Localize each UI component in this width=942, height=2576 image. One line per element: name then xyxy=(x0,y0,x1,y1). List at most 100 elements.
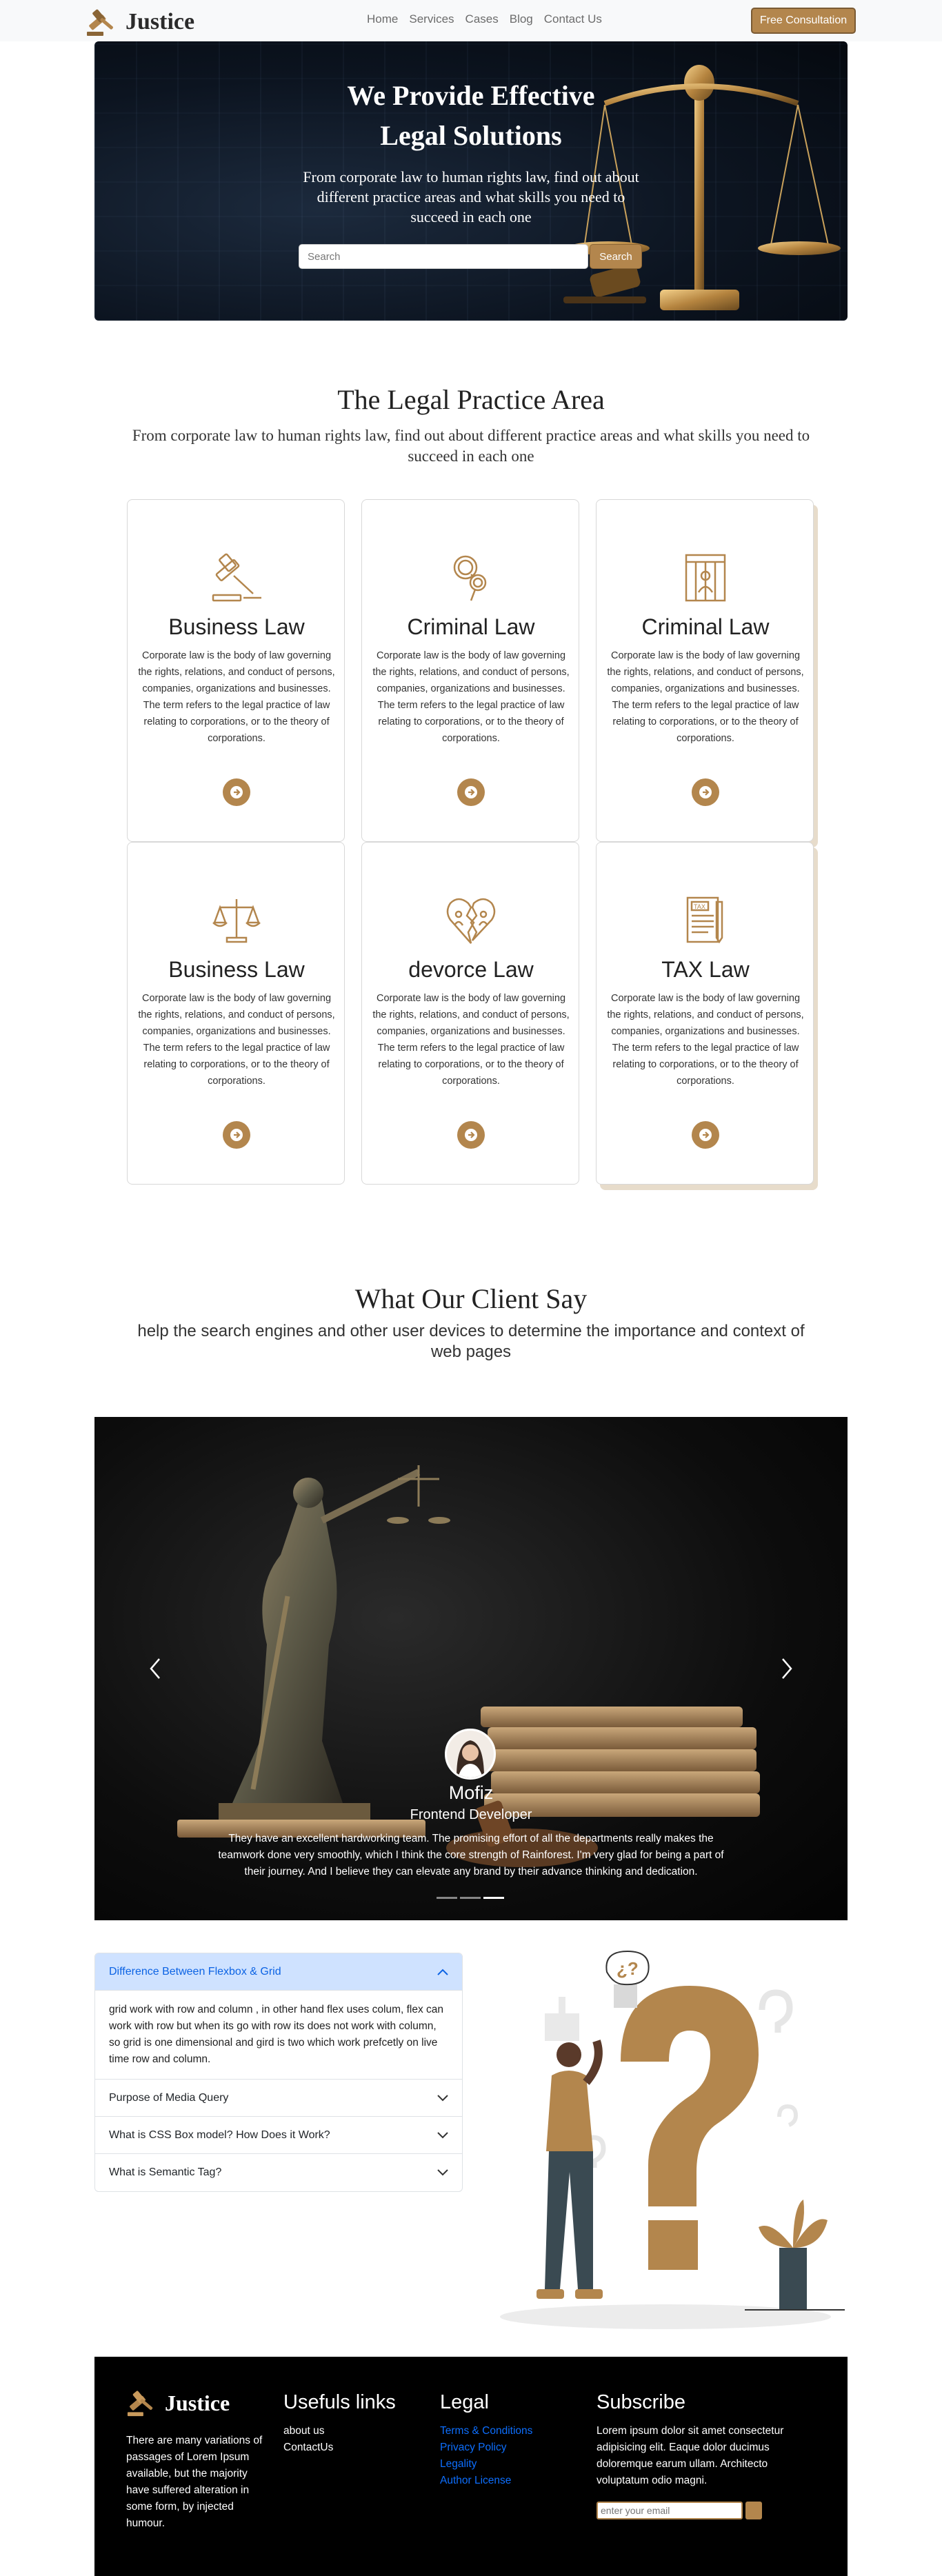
subscribe-button[interactable] xyxy=(745,2502,762,2519)
carousel-indicator[interactable] xyxy=(437,1897,457,1899)
svg-text:TAX: TAX xyxy=(694,903,705,910)
person-photo-icon xyxy=(447,1731,494,1778)
faq-accordion: Difference Between Flexbox & Grid grid w… xyxy=(94,1953,463,2192)
practice-card: devorce Law Corporate law is the body of… xyxy=(361,842,579,1185)
card-title: Criminal Law xyxy=(407,614,535,639)
practice-card: Criminal Law Corporate law is the body o… xyxy=(596,499,814,842)
testimonial-name: Mofiz xyxy=(448,1782,494,1803)
testimonial-text: They have an excellent hardworking team.… xyxy=(218,1833,724,1878)
testimonial-role: Frontend Developer xyxy=(410,1807,532,1822)
nav-home[interactable]: Home xyxy=(361,12,403,26)
card-arrow-button[interactable] xyxy=(223,778,250,806)
chevron-up-icon xyxy=(437,1969,448,1975)
search-input[interactable] xyxy=(299,244,588,269)
question-illustration: ¿? xyxy=(500,1950,845,2329)
nav-blog[interactable]: Blog xyxy=(504,12,539,26)
email-field[interactable] xyxy=(597,2502,743,2519)
carousel-prev-button[interactable] xyxy=(141,1651,169,1686)
faq-question-4[interactable]: What is Semantic Tag? xyxy=(95,2154,462,2191)
arrow-right-icon xyxy=(465,1129,477,1141)
footer-legal-links: Terms & Conditions Privacy Policy Legali… xyxy=(440,2423,532,2489)
scales-icon xyxy=(212,899,261,943)
card-text: Corporate law is the body of law governi… xyxy=(607,650,804,744)
card-arrow-button[interactable] xyxy=(692,778,719,806)
footer-link-about[interactable]: about us xyxy=(283,2423,333,2439)
nav-contact[interactable]: Contact Us xyxy=(539,12,608,26)
free-consultation-button[interactable]: Free Consultation xyxy=(751,8,856,34)
card-arrow-button[interactable] xyxy=(692,1121,719,1149)
card-arrow-button[interactable] xyxy=(457,778,485,806)
footer-brand-name: Justice xyxy=(165,2390,230,2415)
nav-services[interactable]: Services xyxy=(403,12,459,26)
arrow-right-icon xyxy=(699,786,712,798)
svg-text:¿?: ¿? xyxy=(617,1958,639,1979)
carousel-next-button[interactable] xyxy=(773,1651,801,1686)
navbar: Justice Home Services Cases Blog Contact… xyxy=(0,0,942,41)
footer-subscribe-title: Subscribe xyxy=(597,2391,685,2413)
card-text: Corporate law is the body of law governi… xyxy=(138,650,335,744)
nav-links: Home Services Cases Blog Contact Us xyxy=(361,12,608,26)
brand[interactable]: Justice xyxy=(86,7,194,37)
faq-answer: grid work with row and column , in other… xyxy=(95,1991,462,2080)
footer-link-legality[interactable]: Legality xyxy=(440,2456,532,2473)
testimonial-carousel: Mofiz Frontend Developer They have an ex… xyxy=(94,1417,848,1920)
nav-cases[interactable]: Cases xyxy=(460,12,504,26)
faq-question-3[interactable]: What is CSS Box model? How Does it Work? xyxy=(95,2117,462,2154)
footer-useful-title: Usefuls links xyxy=(283,2391,396,2413)
carousel-indicator-active[interactable] xyxy=(483,1897,504,1899)
card-text: Corporate law is the body of law governi… xyxy=(138,993,335,1087)
practice-card: Business Law Corporate law is the body o… xyxy=(127,499,345,842)
practice-card: Criminal Law Corporate law is the body o… xyxy=(361,499,579,842)
hero-title-line1: We Provide Effective xyxy=(347,80,595,111)
arrow-right-icon xyxy=(230,1129,243,1141)
faq-question-2[interactable]: Purpose of Media Query xyxy=(95,2080,462,2117)
footer-legal-title: Legal xyxy=(440,2391,489,2413)
gavel-logo-icon xyxy=(87,9,113,36)
search-button[interactable]: Search xyxy=(590,244,642,269)
hero-subtitle: From corporate law to human rights law, … xyxy=(303,168,639,225)
carousel-indicators xyxy=(437,1897,504,1899)
broken-heart-icon xyxy=(446,898,496,944)
faq-question-text: What is CSS Box model? How Does it Work? xyxy=(109,2129,330,2141)
footer: Justice There are many variations of pas… xyxy=(94,2357,848,2576)
chevron-left-icon xyxy=(150,1658,160,1679)
practice-card: Business Law Corporate law is the body o… xyxy=(127,842,345,1185)
carousel-indicator[interactable] xyxy=(460,1897,481,1899)
card-text: Corporate law is the body of law governi… xyxy=(372,650,570,744)
footer-link-privacy[interactable]: Privacy Policy xyxy=(440,2439,532,2456)
arrow-right-icon xyxy=(699,1129,712,1141)
footer-brand[interactable]: Justice xyxy=(126,2388,230,2417)
hero-title: We Provide Effective Legal Solutions xyxy=(94,76,848,156)
footer-about: There are many variations of passages of… xyxy=(126,2435,263,2529)
card-title: Business Law xyxy=(168,614,305,639)
practice-title: The Legal Practice Area xyxy=(337,384,605,415)
footer-useful-links: about us ContactUs xyxy=(283,2423,333,2456)
footer-subscribe-text: Lorem ipsum dolor sit amet consectetur a… xyxy=(597,2425,784,2486)
card-arrow-button[interactable] xyxy=(223,1121,250,1149)
card-title: Business Law xyxy=(168,957,305,982)
card-text: Corporate law is the body of law governi… xyxy=(372,993,570,1087)
brand-name: Justice xyxy=(126,9,195,34)
practice-card: TAX TAX Law Corporate law is the body of… xyxy=(596,842,814,1185)
footer-link-terms[interactable]: Terms & Conditions xyxy=(440,2423,532,2439)
hero-title-line2: Legal Solutions xyxy=(380,120,562,151)
chevron-down-icon xyxy=(437,2094,448,2101)
faq-question-text: Difference Between Flexbox & Grid xyxy=(109,1965,281,1978)
chevron-right-icon xyxy=(782,1658,792,1679)
gavel-icon xyxy=(212,553,261,602)
card-arrow-button[interactable] xyxy=(457,1121,485,1149)
handcuffs-icon xyxy=(453,555,487,601)
footer-link-license[interactable]: Author License xyxy=(440,2473,532,2489)
faq-question-1[interactable]: Difference Between Flexbox & Grid xyxy=(95,1953,462,1991)
arrow-right-icon xyxy=(230,786,243,798)
testimonials-title: What Our Client Say xyxy=(354,1283,588,1314)
practice-subtitle: From corporate law to human rights law, … xyxy=(132,427,810,465)
testimonials-subtitle: help the search engines and other user d… xyxy=(137,1322,805,1361)
hero-banner: We Provide Effective Legal Solutions Fro… xyxy=(94,41,848,321)
avatar xyxy=(445,1729,496,1780)
prisoner-icon xyxy=(685,554,726,602)
chevron-down-icon xyxy=(437,2169,448,2176)
footer-link-contact[interactable]: ContactUs xyxy=(283,2439,333,2456)
gavel-logo-icon xyxy=(127,2391,153,2417)
card-title: Criminal Law xyxy=(641,614,770,639)
